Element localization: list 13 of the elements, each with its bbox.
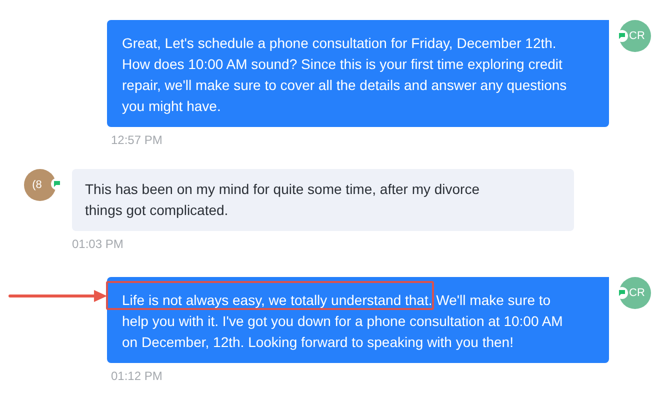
message-time: 12:57 PM	[111, 133, 164, 147]
avatar: (8	[24, 169, 56, 201]
message-bubble: Life is not always easy, we totally understand that. We'll make sure to help you with it. I've got you down for a phone consultation at 10:00 AM on December, 12th. Looking forward to speaking with you then!	[107, 277, 609, 363]
avatar: CR	[619, 277, 651, 309]
message-bubble: Great, Let's schedule a phone consultation for Friday, December 12th. How does 10:00 AM sound? Since this is your first time exploring credit repair, we'll make sure to cover all the details and answer any questions you might have.	[107, 20, 609, 127]
avatar: CR	[619, 20, 651, 52]
chat-icon	[616, 30, 628, 42]
message-time: 01:12 PM	[111, 369, 164, 383]
arrow-icon	[8, 289, 108, 303]
chat-icon	[616, 287, 628, 299]
message-bubble: This has been on my mind for quite some time, after my divorce things got complicated.	[72, 169, 574, 231]
message-time: 01:03 PM	[72, 237, 124, 251]
chat-icon	[51, 178, 63, 190]
